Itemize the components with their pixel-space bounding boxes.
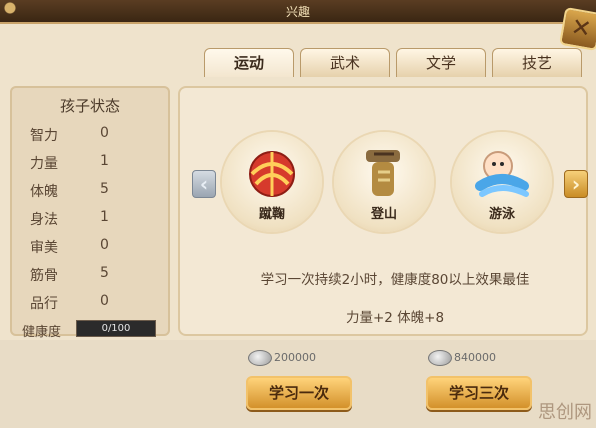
stat-row-aesthetics: 审美 0 xyxy=(30,237,150,256)
activity-description: 学习一次持续2小时，健康度80以上效果最佳 xyxy=(260,272,530,288)
stat-row-bones: 筋骨 5 xyxy=(30,265,150,284)
activity-bonuses: 力量+2 体魄+8 xyxy=(345,310,445,326)
child-status-title: 孩子状态 xyxy=(59,97,120,115)
stat-value: 5 xyxy=(100,265,109,281)
tab-martial-arts[interactable]: 武术 xyxy=(300,48,390,77)
stat-value: 5 xyxy=(100,181,109,197)
stat-value: 0 xyxy=(100,293,109,309)
health-label: 健康度 xyxy=(22,325,62,340)
stat-value: 0 xyxy=(100,125,109,141)
stat-row-physique: 体魄 5 xyxy=(30,181,150,200)
health-bar: 0/100 xyxy=(76,320,156,337)
stat-label: 身法 xyxy=(30,212,58,228)
stat-row-agility: 身法 1 xyxy=(30,209,150,228)
stat-value: 0 xyxy=(100,237,109,253)
health-value: 0/100 xyxy=(101,323,131,334)
study-three-button[interactable]: 学习三次 xyxy=(426,376,532,410)
stat-label: 体魄 xyxy=(30,184,58,200)
activity-item-climbing[interactable]: 登山 xyxy=(334,132,434,232)
stat-label: 智力 xyxy=(30,128,58,144)
stat-label: 筋骨 xyxy=(30,268,58,284)
cost-value: 840000 xyxy=(454,351,496,364)
tab-literature[interactable]: 文学 xyxy=(396,48,486,77)
title-bar: 兴趣 xyxy=(0,0,596,24)
activity-label: 蹴鞠 xyxy=(258,207,285,222)
watermark: 思创网 xyxy=(538,402,592,423)
stat-row-strength: 力量 1 xyxy=(30,153,150,172)
stat-value: 1 xyxy=(100,209,109,225)
silver-coin-icon xyxy=(428,350,452,366)
stat-label: 力量 xyxy=(30,156,58,172)
interest-window: 兴趣 ✕ 运动 武术 文学 技艺 孩子状态 智力 0 力量 1 体魄 5 身法 … xyxy=(0,0,596,428)
silver-coin-icon xyxy=(248,350,272,366)
cost-value: 200000 xyxy=(274,351,316,364)
stat-row-intelligence: 智力 0 xyxy=(30,125,150,144)
window-title: 兴趣 xyxy=(285,5,310,19)
previous-arrow-icon[interactable]: ‹ xyxy=(192,170,216,198)
stat-label: 品行 xyxy=(30,296,58,312)
stat-label: 审美 xyxy=(30,240,58,256)
activity-item-swimming[interactable]: 游泳 xyxy=(452,132,552,232)
study-once-button[interactable]: 学习一次 xyxy=(246,376,352,410)
close-icon[interactable]: ✕ xyxy=(558,6,596,52)
stat-row-conduct: 品行 0 xyxy=(30,293,150,312)
activity-item-cuju[interactable]: 蹴鞠 xyxy=(222,132,322,232)
tab-bar: 运动 武术 文学 技艺 xyxy=(204,48,582,78)
tab-sports[interactable]: 运动 xyxy=(204,48,294,77)
tab-skills[interactable]: 技艺 xyxy=(492,48,582,77)
next-arrow-icon[interactable]: › xyxy=(564,170,588,198)
stat-value: 1 xyxy=(100,153,109,169)
activity-label: 登山 xyxy=(370,207,397,222)
activity-label: 游泳 xyxy=(488,207,515,222)
